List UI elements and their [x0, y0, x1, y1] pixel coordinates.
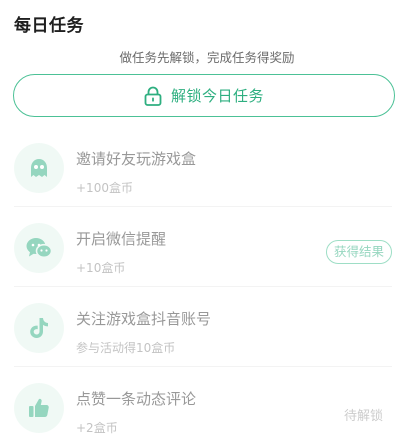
- task-icon-container: [14, 303, 64, 353]
- wechat-icon: [26, 238, 53, 259]
- task-name: 点赞一条动态评论: [76, 390, 197, 408]
- lock-icon: [144, 86, 162, 106]
- thumbs-up-icon: [29, 398, 49, 417]
- task-reward: +10盒币: [76, 261, 126, 275]
- task-name: 关注游戏盒抖音账号: [76, 310, 212, 328]
- task-icon-container: [14, 143, 64, 193]
- locked-status: 待解锁: [343, 409, 383, 424]
- unlock-button-label: 解锁今日任务: [170, 87, 264, 105]
- task-list: 邀请好友玩游戏盒 +100盒币 开启微信提醒 +10盒币 获得结果 关注游戏盒抖…: [0, 127, 414, 442]
- task-name: 开启微信提醒: [76, 230, 167, 248]
- task-reward: +100盒币: [76, 181, 133, 195]
- task-name: 邀请好友玩游戏盒: [76, 150, 197, 168]
- unlock-tasks-button[interactable]: 解锁今日任务: [13, 74, 395, 117]
- task-item-like-comment: 点赞一条动态评论 +2盒币 待解锁: [0, 367, 414, 442]
- task-icon-container: [14, 223, 64, 273]
- task-reward: 参与活动得10盒币: [76, 341, 176, 355]
- task-item-invite-friends: 邀请好友玩游戏盒 +100盒币: [0, 127, 414, 207]
- task-item-follow-tiktok: 关注游戏盒抖音账号 参与活动得10盒币: [0, 287, 414, 367]
- get-result-button[interactable]: 获得结果: [325, 240, 392, 264]
- task-item-wechat-reminder: 开启微信提醒 +10盒币 获得结果: [0, 207, 414, 287]
- task-reward: +2盒币: [76, 421, 118, 435]
- unlock-hint: 做任务先解锁，完成任务得奖励: [119, 50, 295, 65]
- daily-tasks-panel: 每日任务 做任务先解锁，完成任务得奖励 解锁今日任务 邀请好友玩游戏盒 +100…: [0, 0, 414, 442]
- tiktok-icon: [30, 318, 48, 338]
- task-icon-container: [14, 383, 64, 433]
- ghost-icon: [31, 159, 47, 177]
- page-title: 每日任务: [14, 16, 84, 36]
